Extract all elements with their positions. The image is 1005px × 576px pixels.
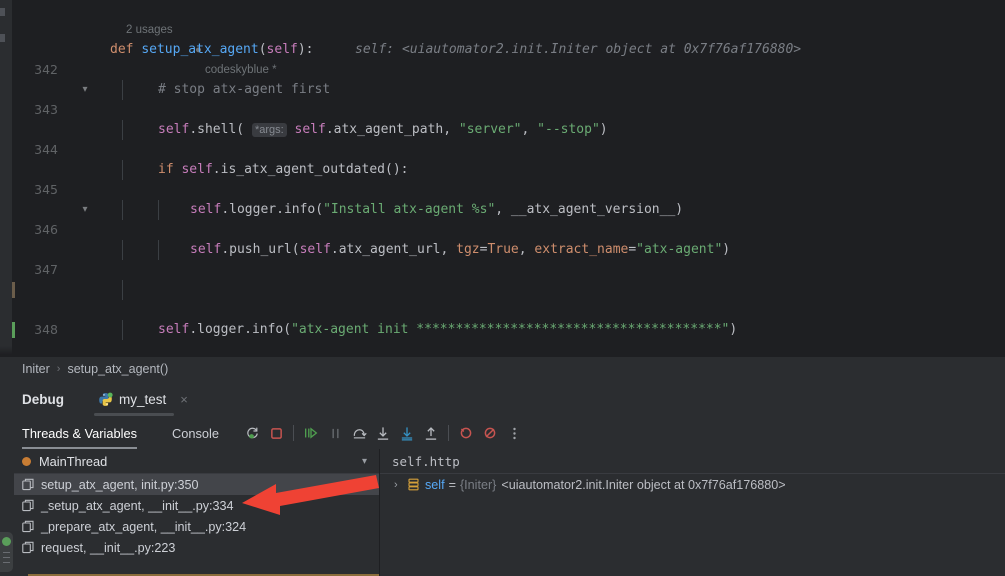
tab-threads-and-variables-label: Threads & Variables bbox=[22, 425, 137, 441]
code-line-343[interactable]: 343 # stop atx-agent first bbox=[0, 80, 1005, 117]
active-tab-underline bbox=[94, 413, 174, 416]
variable-equals: = bbox=[448, 477, 456, 492]
rerun-icon[interactable] bbox=[240, 417, 264, 449]
breadcrumb-class[interactable]: Initer bbox=[22, 362, 50, 376]
breadcrumb[interactable]: Initer › setup_atx_agent() bbox=[0, 356, 1005, 381]
python-file-icon bbox=[98, 392, 113, 407]
tab-threads-and-variables[interactable]: Threads & Variables bbox=[22, 417, 137, 449]
inline-self-hint: self: <uiautomator2.init.Initer object a… bbox=[355, 42, 802, 57]
stack-frame-label: _setup_atx_agent, __init__.py:334 bbox=[41, 498, 234, 513]
code-editor[interactable]: 2 usages ● codeskyblue * 342 ▾ def setup… bbox=[0, 0, 1005, 356]
pause-program-icon[interactable] bbox=[323, 417, 347, 449]
frame-icon bbox=[22, 520, 34, 533]
variable-type: {Initer} bbox=[459, 477, 497, 492]
variables-pane: self.http › self = {Initer} <uiautomator… bbox=[380, 449, 1005, 576]
stack-frame-row[interactable]: setup_atx_agent, init.py:350 bbox=[14, 474, 379, 495]
breadcrumb-method[interactable]: setup_atx_agent() bbox=[67, 362, 168, 376]
code-lines: 2 usages ● codeskyblue * 342 ▾ def setup… bbox=[0, 0, 1005, 340]
force-step-into-icon[interactable] bbox=[395, 417, 419, 449]
vcs-added-marker[interactable] bbox=[12, 322, 15, 338]
code-line-342[interactable]: 342 ▾ def setup_atx_agent(self): self: <… bbox=[0, 40, 1005, 95]
close-icon[interactable]: × bbox=[180, 392, 188, 407]
step-out-icon[interactable] bbox=[419, 417, 443, 449]
view-breakpoints-icon[interactable] bbox=[478, 417, 502, 449]
frame-icon bbox=[22, 499, 34, 512]
debug-action-icons bbox=[240, 417, 526, 449]
line-number: 343 bbox=[34, 102, 58, 117]
step-into-icon[interactable] bbox=[371, 417, 395, 449]
toolbar-separator bbox=[448, 425, 449, 441]
code-line-344[interactable]: 344 self.shell( *args: self.atx_agent_pa… bbox=[0, 120, 1005, 157]
line-number: 347 bbox=[34, 262, 58, 277]
stack-frame-row[interactable]: _prepare_atx_agent, __init__.py:324 bbox=[14, 516, 379, 537]
frame-icon bbox=[22, 541, 34, 554]
code-line-349[interactable]: 349 self.logger.info("atx-agent init ***… bbox=[0, 320, 1005, 340]
stack-frame-row[interactable]: _setup_atx_agent, __init__.py:334 bbox=[14, 495, 379, 516]
stack-frame-row[interactable]: request, __init__.py:223 bbox=[14, 537, 379, 558]
breadcrumb-separator-icon: › bbox=[56, 363, 61, 375]
mute-breakpoints-icon[interactable] bbox=[454, 417, 478, 449]
step-over-icon[interactable] bbox=[347, 417, 371, 449]
line-number: 342 bbox=[34, 62, 58, 77]
line-number: 344 bbox=[34, 142, 58, 157]
watch-expression-bar[interactable]: self.http bbox=[380, 449, 1005, 474]
code-line-348[interactable]: 348 bbox=[0, 280, 1005, 337]
resume-program-icon[interactable] bbox=[299, 417, 323, 449]
stack-frame-label: setup_atx_agent, init.py:350 bbox=[41, 477, 199, 492]
debug-session-tab-my-test[interactable]: my_test × bbox=[94, 381, 188, 417]
variable-value: <uiautomator2.init.Initer object at 0x7f… bbox=[501, 477, 786, 492]
chevron-down-icon[interactable]: ▾ bbox=[362, 456, 367, 467]
run-status-icon bbox=[2, 537, 11, 546]
expand-chevron-icon[interactable]: › bbox=[394, 479, 408, 491]
editor-bottom-fade bbox=[0, 346, 1005, 356]
thread-name: MainThread bbox=[39, 453, 108, 469]
param-hint-args: *args: bbox=[251, 123, 287, 137]
debug-window-title: Debug bbox=[22, 391, 64, 407]
variable-name: self bbox=[425, 477, 445, 492]
author-name-top[interactable]: codeskyblue * bbox=[205, 60, 277, 80]
debug-header: Debug my_test × bbox=[0, 381, 1005, 417]
tab-console[interactable]: Console bbox=[172, 417, 219, 449]
frame-icon bbox=[22, 478, 34, 491]
line-number: 346 bbox=[34, 222, 58, 237]
usages-label[interactable]: 2 usages bbox=[126, 20, 173, 40]
thread-selector[interactable]: MainThread ▾ bbox=[14, 449, 379, 474]
debug-toolbar: Threads & Variables Console bbox=[0, 417, 1005, 449]
ide-window: 2 usages ● codeskyblue * 342 ▾ def setup… bbox=[0, 0, 1005, 576]
watch-expression: self.http bbox=[392, 453, 460, 469]
floating-run-widget[interactable] bbox=[0, 532, 13, 572]
variable-row-self[interactable]: › self = {Initer} <uiautomator2.init.Ini… bbox=[380, 474, 1005, 495]
code-line-347[interactable]: 347 self.push_url(self.atx_agent_url, tg… bbox=[0, 240, 1005, 277]
debug-tool-window: Debug my_test × Threads & Variables Cons… bbox=[0, 381, 1005, 576]
call-stack-pane: MainThread ▾ setup_atx_agent, init.py:35… bbox=[14, 449, 393, 576]
debug-tab-label: my_test bbox=[119, 391, 167, 407]
code-line-345[interactable]: 345 ▾ if self.is_atx_agent_outdated(): bbox=[0, 160, 1005, 215]
line-number: 345 bbox=[34, 182, 58, 197]
code-line-346[interactable]: 346 self.logger.info("Install atx-agent … bbox=[0, 200, 1005, 237]
object-value-icon bbox=[408, 478, 419, 491]
toolbar-separator bbox=[293, 425, 294, 441]
thread-status-icon bbox=[22, 456, 31, 466]
stack-frame-label: request, __init__.py:223 bbox=[41, 540, 176, 555]
tab-console-label: Console bbox=[172, 425, 219, 441]
vcs-change-marker[interactable] bbox=[12, 282, 15, 298]
debug-body: MainThread ▾ setup_atx_agent, init.py:35… bbox=[0, 449, 1005, 576]
stack-frame-label: _prepare_atx_agent, __init__.py:324 bbox=[41, 519, 247, 534]
code-inlay-usages-row: 2 usages ● codeskyblue * bbox=[0, 0, 1005, 76]
stop-icon[interactable] bbox=[264, 417, 288, 449]
more-options-icon[interactable] bbox=[502, 417, 526, 449]
